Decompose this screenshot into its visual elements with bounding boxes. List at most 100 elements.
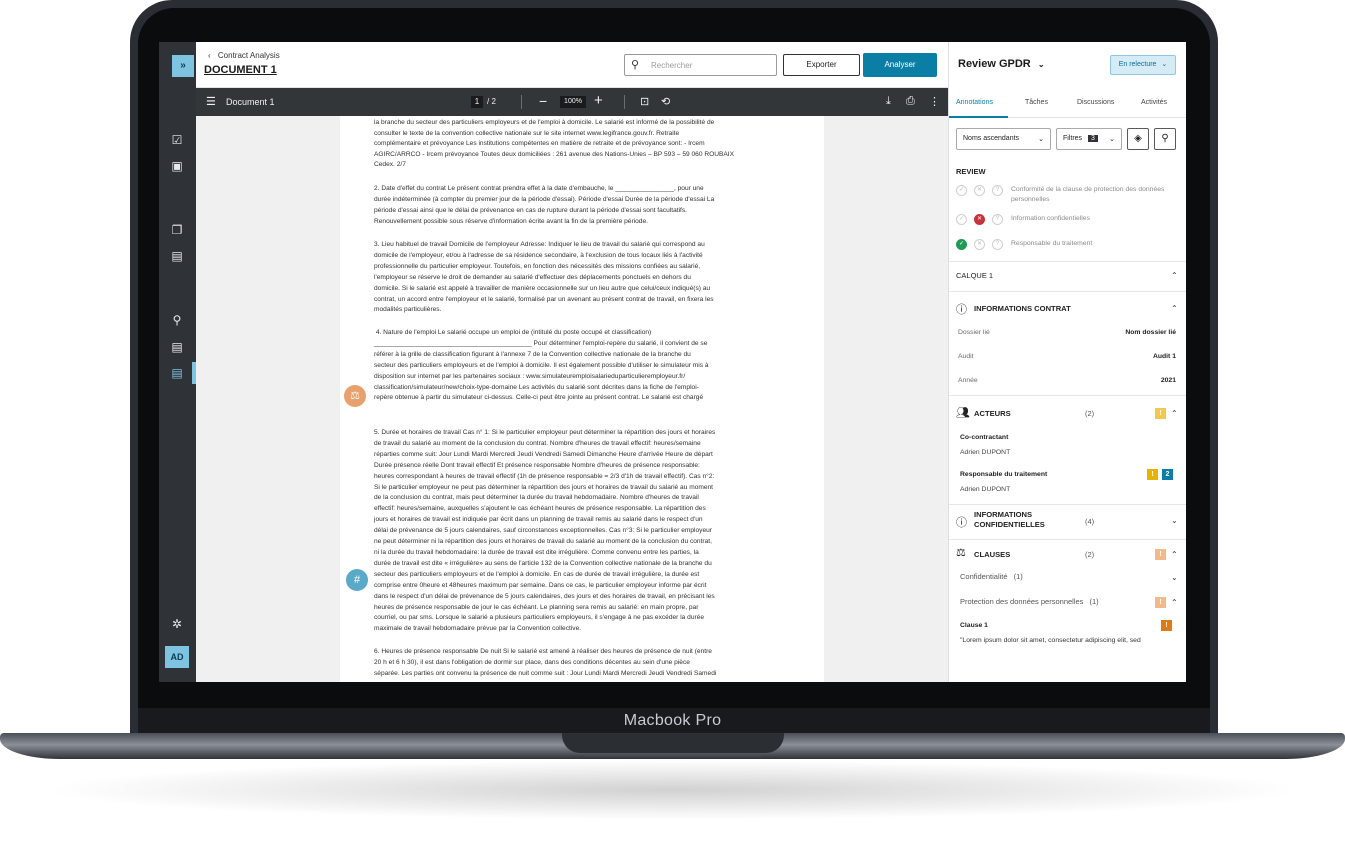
search-key-icon[interactable]: ⚲ [170,313,184,327]
user-avatar[interactable]: AD [165,646,189,668]
review-item-label: Responsable du traitement [1011,240,1093,247]
filter-label: Filtres [1063,135,1083,142]
document-header: ‹ Contract Analysis DOCUMENT 1 ⚲ Recherc… [196,42,948,88]
clause-category-label: Confidentialité [960,572,1008,581]
warning-flag: ! [1155,597,1166,608]
question-icon[interactable]: ? [992,185,1003,196]
reject-icon[interactable]: ✕ [974,214,985,225]
left-rail: » ☑ ▣ ❐ ▤ ⚲ ▤ ▤ ✲ AD [159,42,196,682]
question-icon[interactable]: ? [992,214,1003,225]
toolbar-divider [624,95,625,109]
analyse-button[interactable]: Analyser [863,53,937,77]
tab-taches[interactable]: Tâches [1025,99,1048,106]
actors-count: (2) [1085,409,1095,418]
kv-label: Dossier lié [958,329,990,336]
chevron-up-icon[interactable]: ⌃ [1171,598,1178,607]
actor-role: Co-contractant [960,434,1009,441]
document-viewer[interactable]: la branche du secteur des particuliers e… [196,116,948,682]
review-panel: Review GPDR ⌄ En relecture ⌄ Annotations… [948,42,1186,682]
actors-title[interactable]: ACTEURS [974,409,1011,419]
zoom-out-icon[interactable]: − [539,93,547,109]
export-button[interactable]: Exporter [783,54,860,76]
warning-flag: ! [1147,469,1158,480]
laptop-notch [562,733,784,753]
more-options-icon[interactable]: ⋮ [929,95,940,108]
reject-icon[interactable]: ✕ [974,185,985,196]
clause-category[interactable]: Protection des données personnelles (1) [960,597,1099,606]
clause-category[interactable]: Confidentialité (1) [960,572,1023,581]
clauses-title[interactable]: CLAUSES [974,550,1010,560]
kv-value: Nom dossier lié [1125,329,1176,336]
approve-icon[interactable]: ✓ [956,185,967,196]
settings-icon[interactable]: ✲ [170,617,184,631]
divider [949,504,1186,505]
tab-discussions[interactable]: Discussions [1077,99,1114,106]
document-paragraph: 6. Heures de présence responsable De nui… [374,648,717,677]
rotate-icon[interactable]: ⟲ [661,95,670,108]
expand-rail-button[interactable]: » [172,55,194,77]
page-total: / 2 [487,97,496,106]
divider [949,539,1186,540]
chevron-left-icon[interactable]: ‹ [208,51,211,60]
clauses-count: (2) [1085,550,1095,559]
chevron-up-icon[interactable]: ⌃ [1171,304,1178,313]
search-input[interactable]: ⚲ Rechercher [624,54,777,76]
zoom-level[interactable]: 100% [560,96,586,108]
fit-page-icon[interactable]: ⊡ [640,95,649,108]
comments-icon[interactable]: ▣ [170,159,184,173]
filter-select[interactable]: Filtres 3 ⌄ [1056,128,1122,150]
status-badge[interactable]: En relecture ⌄ [1110,55,1176,75]
info-contract-title[interactable]: INFORMATIONS CONTRAT [974,304,1071,314]
reject-icon[interactable]: ✕ [974,239,985,250]
panel-tabs: Annotations Tâches Discussions Activités [949,88,1186,118]
breadcrumb-label[interactable]: Contract Analysis [218,51,280,60]
warning-flag: ! [1155,549,1166,560]
copy-icon[interactable]: ❐ [170,223,184,237]
chevron-down-icon[interactable]: ⌄ [1171,573,1178,582]
download-icon[interactable]: ⤓ [886,95,891,108]
panel-title[interactable]: Review GPDR ⌄ [958,58,1045,70]
divider [949,261,1186,262]
chevron-down-icon[interactable]: ⌄ [1038,60,1045,69]
chevron-down-icon: ⌄ [1161,61,1168,68]
review-item-label: Information confidentielles [1011,215,1090,222]
info-icon: ⓘ [956,517,967,529]
question-icon[interactable]: ? [992,239,1003,250]
confidential-title[interactable]: INFORMATIONS CONFIDENTIELLES [974,510,1054,530]
review-section-title: REVIEW [956,167,986,176]
tab-annotations[interactable]: Annotations [956,99,993,106]
breadcrumb[interactable]: ‹ Contract Analysis [208,51,280,60]
active-tab-indicator [949,116,1008,118]
chevron-up-icon[interactable]: ⌃ [1171,550,1178,559]
document-add-icon[interactable]: ▤ [170,340,184,354]
count-badge: 2 [1162,469,1173,480]
kv-label: Année [958,377,978,384]
checkbox-icon[interactable]: ☑ [170,133,184,147]
annotation-hashtag-icon[interactable]: # [346,569,368,591]
page-number-input[interactable]: 1 [471,96,483,108]
annotation-gavel-icon[interactable]: ⚖ [344,385,366,407]
layer-title[interactable]: CALQUE 1 [956,271,993,280]
sort-select[interactable]: Noms ascendants ⌄ [956,128,1051,150]
layers-button[interactable]: ◈ [1127,128,1149,150]
app-screen: » ☑ ▣ ❐ ▤ ⚲ ▤ ▤ ✲ AD ‹ Contract Analysis… [159,42,1186,682]
tab-activites[interactable]: Activités [1141,99,1167,106]
document-edit-icon[interactable]: ▤ [170,249,184,263]
search-icon: ⚲ [1161,133,1169,144]
approve-icon[interactable]: ✓ [956,214,967,225]
chevron-down-icon[interactable]: ⌄ [1171,516,1178,525]
search-button[interactable]: ⚲ [1154,128,1176,150]
search-icon: ⚲ [631,59,640,71]
pdf-toolbar: ☰ Document 1 1 / 2 − 100% + ⊡ ⟲ ⤓ ⎙ ⋮ [196,88,948,116]
approve-icon[interactable]: ✓ [956,239,967,250]
clause-title[interactable]: Clause 1 [960,622,988,629]
zoom-in-icon[interactable]: + [594,92,603,109]
layers-icon: ◈ [1134,133,1142,144]
menu-icon[interactable]: ☰ [206,95,216,108]
users-icon: 👥︎ [956,407,970,419]
page-title: DOCUMENT 1 [204,64,277,76]
print-icon[interactable]: ⎙ [906,95,915,108]
chevron-up-icon[interactable]: ⌃ [1171,271,1178,280]
document-analysis-icon[interactable]: ▤ [170,366,184,380]
chevron-up-icon[interactable]: ⌃ [1171,409,1178,418]
